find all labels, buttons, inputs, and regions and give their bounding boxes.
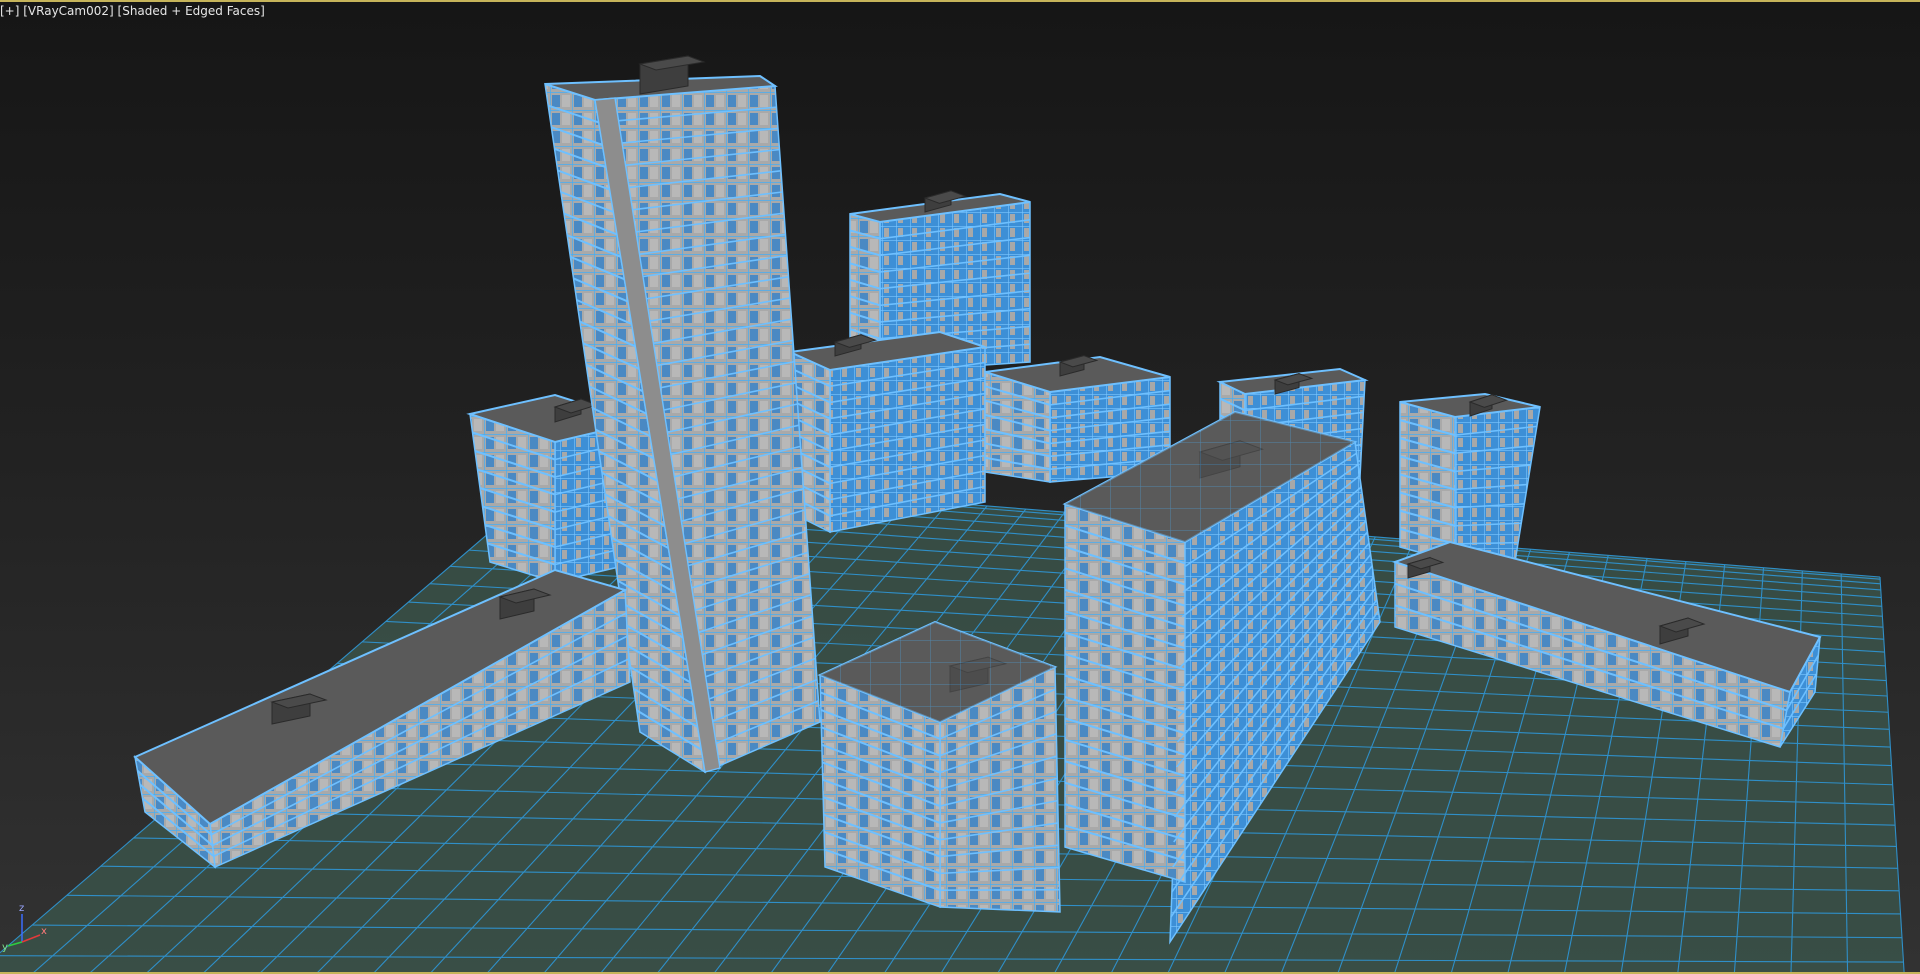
building-back-right-small [1399, 392, 1541, 563]
axis-z-label: z [19, 903, 24, 914]
3d-viewport[interactable]: [+] [VRayCam002] [Shaded + Edged Faces] [0, 0, 1920, 974]
axis-x-line [21, 934, 41, 943]
building-back-middle [786, 190, 1031, 534]
building-front-center-block [817, 620, 1061, 913]
viewport-menu-plus[interactable]: [+] [0, 4, 19, 18]
viewport-shading-label[interactable]: [Shaded + Edged Faces] [118, 4, 265, 18]
axis-y-label: y [2, 942, 8, 952]
axis-gizmo: z x y [2, 903, 47, 952]
axis-y-line [7, 941, 23, 947]
viewport-camera-label[interactable]: [VRayCam002] [23, 4, 113, 18]
viewport-label: [+] [VRayCam002] [Shaded + Edged Faces] [0, 3, 265, 19]
scene-render [0, 55, 1905, 972]
axis-x-label: x [41, 926, 47, 937]
